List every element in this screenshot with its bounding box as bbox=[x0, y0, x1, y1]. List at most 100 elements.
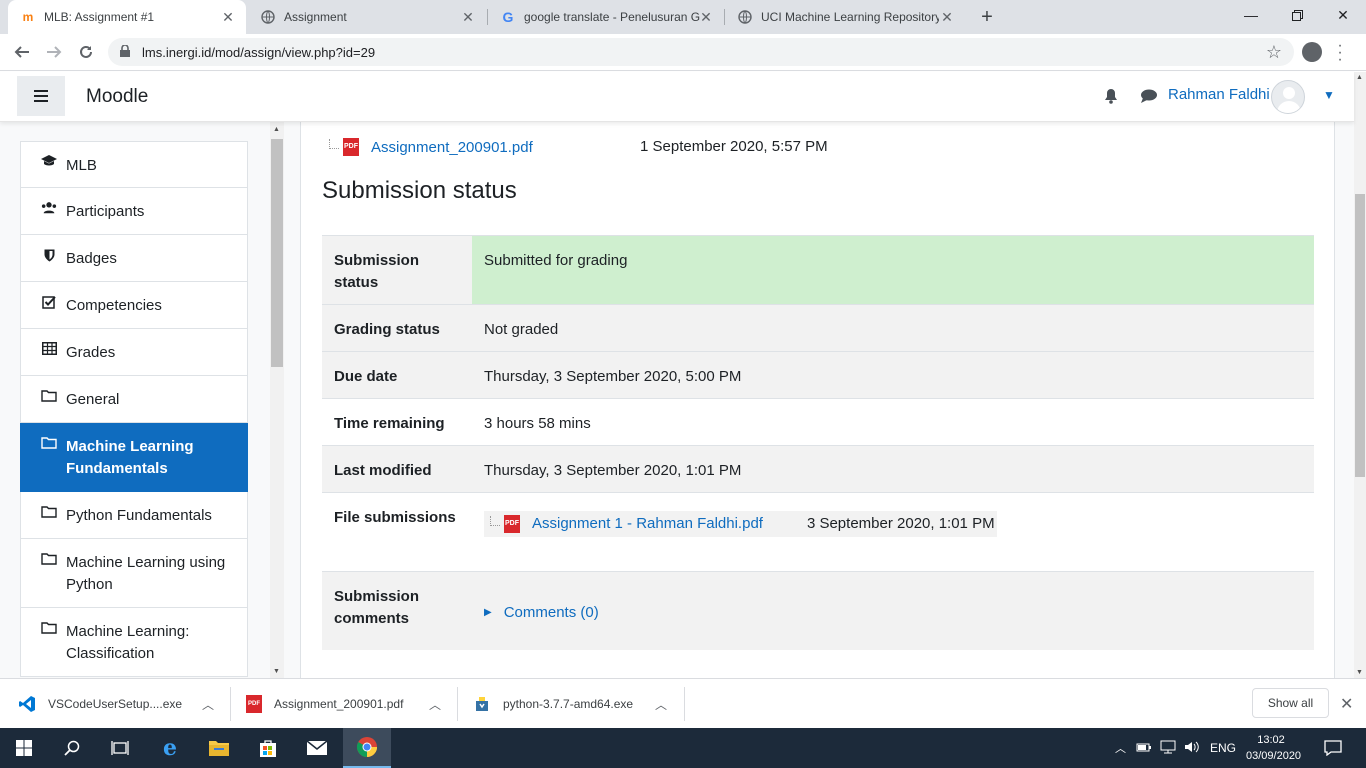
nav-item-python-fundamentals[interactable]: Python Fundamentals bbox=[20, 492, 248, 539]
search-icon[interactable] bbox=[48, 728, 96, 768]
folder-icon bbox=[41, 436, 57, 449]
chevron-up-icon[interactable]: ︿ bbox=[1115, 740, 1126, 756]
site-brand[interactable]: Moodle bbox=[86, 86, 148, 108]
nav-item-machine-learning-fundamentals[interactable]: Machine Learning Fundamentals bbox=[20, 423, 248, 492]
chevron-up-icon[interactable]: ︿ bbox=[429, 696, 441, 713]
table-row: Submission status Submitted for grading bbox=[322, 235, 1314, 304]
user-avatar[interactable] bbox=[1271, 80, 1305, 114]
close-icon[interactable]: ✕ bbox=[1340, 694, 1353, 714]
edge-icon[interactable]: e bbox=[146, 728, 194, 768]
pdf-file-icon: PDF bbox=[246, 695, 262, 713]
course-nav-list: MLB Participants Badges Competencies Gra… bbox=[20, 141, 248, 677]
minimize-icon[interactable]: — bbox=[1228, 0, 1274, 30]
download-item-python[interactable]: python-3.7.7-amd64.exe ︿ bbox=[473, 685, 683, 723]
scroll-up-arrow-icon[interactable]: ▲ bbox=[273, 126, 280, 133]
restore-icon[interactable] bbox=[1274, 0, 1320, 30]
chevron-up-icon[interactable]: ︿ bbox=[202, 696, 214, 713]
close-icon[interactable]: ✕ bbox=[460, 9, 476, 25]
download-separator bbox=[684, 687, 685, 721]
shield-icon bbox=[41, 248, 57, 262]
row-header: Time remaining bbox=[334, 415, 445, 432]
table-row: Grading status Not graded bbox=[322, 304, 1314, 351]
forward-arrow-icon[interactable] bbox=[42, 40, 66, 64]
scrollbar-thumb[interactable] bbox=[1355, 194, 1365, 477]
mail-icon[interactable] bbox=[293, 728, 341, 768]
new-tab-icon[interactable]: + bbox=[976, 6, 998, 28]
scroll-down-arrow-icon[interactable]: ▼ bbox=[1356, 669, 1363, 676]
system-clock[interactable]: 13:02 03/09/2020 bbox=[1246, 732, 1301, 764]
user-name[interactable]: Rahman Faldhi bbox=[1168, 86, 1270, 103]
comments-link[interactable]: Comments (0) bbox=[504, 602, 599, 624]
download-item-assignment-pdf[interactable]: PDF Assignment_200901.pdf ︿ bbox=[246, 685, 456, 723]
chevron-up-icon[interactable]: ︿ bbox=[655, 696, 667, 713]
bell-icon[interactable] bbox=[1104, 88, 1118, 109]
tab-google-translate[interactable]: G google translate - Penelusuran G ✕ bbox=[488, 0, 724, 34]
file-explorer-icon[interactable] bbox=[195, 728, 243, 768]
nav-item-general[interactable]: General bbox=[20, 376, 248, 423]
notifications-icon[interactable] bbox=[1310, 728, 1356, 768]
submission-status-table: Submission status Submitted for grading … bbox=[322, 235, 1314, 650]
close-icon[interactable]: ✕ bbox=[220, 9, 236, 25]
nav-item-mlb[interactable]: MLB bbox=[20, 141, 248, 188]
back-arrow-icon[interactable] bbox=[10, 40, 34, 64]
bookmark-star-icon[interactable]: ☆ bbox=[1266, 42, 1282, 63]
table-row: File submissions PDF Assignment 1 - Rahm… bbox=[322, 492, 1314, 571]
comments-toggle[interactable]: ▶ Comments (0) bbox=[484, 602, 599, 624]
browser-tab-strip: m MLB: Assignment #1 ✕ Assignment ✕ G go… bbox=[0, 0, 1366, 34]
window-close-icon[interactable]: ✕ bbox=[1320, 0, 1366, 30]
folder-icon bbox=[41, 505, 57, 518]
menu-kebab-icon[interactable]: · · · bbox=[1337, 38, 1343, 68]
course-nav-drawer: MLB Participants Badges Competencies Gra… bbox=[0, 122, 285, 678]
chat-icon[interactable] bbox=[1140, 88, 1158, 109]
scrollbar-thumb[interactable] bbox=[271, 139, 283, 367]
intro-file-link[interactable]: Assignment_200901.pdf bbox=[371, 139, 533, 156]
users-icon bbox=[41, 201, 57, 214]
nav-item-participants[interactable]: Participants bbox=[20, 188, 248, 235]
reload-icon[interactable] bbox=[74, 40, 98, 64]
show-all-button[interactable]: Show all bbox=[1252, 688, 1329, 718]
table-row: Due date Thursday, 3 September 2020, 5:0… bbox=[322, 351, 1314, 398]
assignment-card: PDF Assignment_200901.pdf 1 September 20… bbox=[300, 122, 1335, 678]
scroll-up-arrow-icon[interactable]: ▲ bbox=[1356, 74, 1363, 81]
battery-icon[interactable] bbox=[1136, 741, 1152, 756]
chrome-icon[interactable] bbox=[343, 728, 391, 768]
store-icon[interactable] bbox=[244, 728, 292, 768]
nav-item-machine-learning-using-python[interactable]: Machine Learning using Python bbox=[20, 539, 248, 608]
page-scrollbar[interactable]: ▲ ▼ bbox=[1354, 72, 1366, 678]
download-separator bbox=[457, 687, 458, 721]
url-input[interactable]: lms.inergi.id/mod/assign/view.php?id=29 … bbox=[108, 38, 1294, 66]
nav-item-badges[interactable]: Badges bbox=[20, 235, 248, 282]
url-text: lms.inergi.id/mod/assign/view.php?id=29 bbox=[142, 44, 376, 60]
tab-assignment[interactable]: Assignment ✕ bbox=[248, 0, 486, 34]
nav-item-grades[interactable]: Grades bbox=[20, 329, 248, 376]
tab-uci-repository[interactable]: UCI Machine Learning Repository ✕ bbox=[725, 0, 965, 34]
nav-item-label: Badges bbox=[66, 250, 117, 267]
volume-icon[interactable] bbox=[1184, 740, 1200, 757]
sidebar-scrollbar[interactable]: ▲ ▼ bbox=[270, 122, 284, 678]
profile-avatar-icon[interactable] bbox=[1302, 42, 1322, 62]
folder-icon bbox=[41, 389, 57, 402]
row-header: File submissions bbox=[334, 509, 456, 526]
grading-status-value: Not graded bbox=[472, 305, 1314, 351]
caret-down-icon[interactable]: ▼ bbox=[1323, 88, 1335, 102]
clock-time: 13:02 bbox=[1257, 734, 1285, 746]
tree-connector bbox=[490, 516, 500, 526]
task-view-icon[interactable] bbox=[96, 728, 144, 768]
nav-item-machine-learning-classification[interactable]: Machine Learning: Classification bbox=[20, 608, 248, 677]
download-item-vscode[interactable]: VSCodeUserSetup....exe ︿ bbox=[18, 685, 228, 723]
close-icon[interactable]: ✕ bbox=[698, 9, 714, 25]
windows-start-icon[interactable] bbox=[0, 728, 48, 768]
table-row: Last modified Thursday, 3 September 2020… bbox=[322, 445, 1314, 492]
tab-mlb-assignment[interactable]: m MLB: Assignment #1 ✕ bbox=[8, 0, 246, 34]
scroll-down-arrow-icon[interactable]: ▼ bbox=[273, 668, 280, 675]
google-icon: G bbox=[502, 9, 514, 25]
language-indicator[interactable]: ENG bbox=[1210, 741, 1236, 755]
hamburger-menu-icon[interactable] bbox=[17, 76, 65, 116]
network-icon[interactable] bbox=[1160, 740, 1176, 757]
submission-status-value: Submitted for grading bbox=[472, 236, 1314, 304]
moodle-favicon-icon: m bbox=[22, 10, 34, 24]
nav-item-competencies[interactable]: Competencies bbox=[20, 282, 248, 329]
submitted-file-link[interactable]: Assignment 1 - Rahman Faldhi.pdf bbox=[532, 513, 763, 535]
due-date-value: Thursday, 3 September 2020, 5:00 PM bbox=[484, 368, 742, 385]
close-icon[interactable]: ✕ bbox=[939, 9, 955, 25]
